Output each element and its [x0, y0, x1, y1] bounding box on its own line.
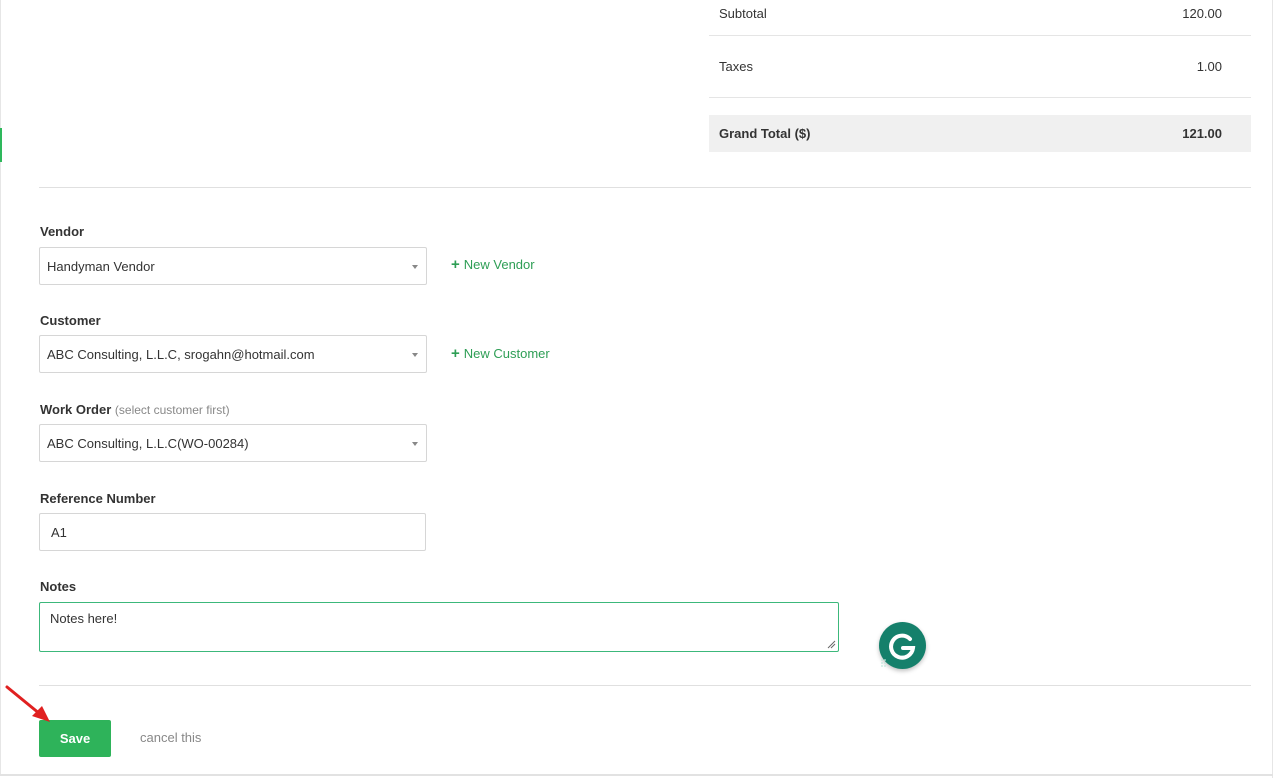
chevron-down-icon [412, 265, 418, 269]
taxes-label: Taxes [719, 59, 753, 74]
save-button[interactable]: Save [39, 720, 111, 757]
work-order-label-text: Work Order [40, 402, 112, 417]
taxes-row: Taxes 1.00 [709, 36, 1251, 98]
work-order-hint: (select customer first) [114, 403, 230, 417]
totals-panel: Subtotal 120.00 Taxes 1.00 Grand Total (… [709, 0, 1251, 152]
annotation-arrow-icon [5, 685, 50, 722]
reference-number-label-text: Reference Number [40, 491, 156, 506]
reference-number-label: Reference Number [40, 491, 156, 506]
new-vendor-link[interactable]: + New Vendor [451, 257, 535, 272]
grand-total-label: Grand Total ($) [719, 126, 811, 141]
customer-selected-value: ABC Consulting, L.L.C, srogahn@hotmail.c… [47, 346, 315, 362]
customer-label: Customer [40, 313, 101, 328]
subtotal-label: Subtotal [719, 6, 767, 21]
plus-icon: + [451, 345, 460, 362]
subtotal-row: Subtotal 120.00 [709, 0, 1251, 36]
resize-grip-icon[interactable] [826, 639, 836, 649]
chevron-down-icon [412, 442, 418, 446]
cancel-link[interactable]: cancel this [140, 730, 201, 745]
vendor-label: Vendor [40, 224, 84, 239]
work-order-label: Work Order (select customer first) [40, 402, 230, 417]
customer-label-text: Customer [40, 313, 101, 328]
vendor-selected-value: Handyman Vendor [47, 258, 155, 274]
grand-total-row: Grand Total ($) 121.00 [709, 115, 1251, 152]
notes-textarea[interactable]: Notes here! [39, 602, 839, 652]
sidebar-active-indicator [0, 128, 2, 162]
new-vendor-link-text: New Vendor [463, 257, 535, 272]
vendor-label-text: Vendor [40, 224, 85, 239]
taxes-value: 1.00 [1196, 59, 1222, 74]
reference-number-input[interactable] [39, 513, 426, 551]
grand-total-value: 121.00 [1182, 126, 1222, 141]
new-customer-link[interactable]: + New Customer [451, 346, 550, 361]
bill-form-page: Subtotal 120.00 Taxes 1.00 Grand Total (… [0, 0, 1273, 778]
grammarly-g-icon [881, 633, 916, 667]
page-bottom-border [0, 774, 1273, 776]
plus-icon: + [451, 256, 460, 273]
section-divider [39, 187, 1251, 188]
form-footer-divider [39, 685, 1251, 686]
work-order-select[interactable]: ABC Consulting, L.L.C(WO-00284) [39, 424, 427, 462]
subtotal-value: 120.00 [1182, 6, 1222, 21]
chevron-down-icon [412, 353, 418, 357]
new-customer-link-text: New Customer [463, 346, 550, 361]
work-order-selected-value: ABC Consulting, L.L.C(WO-00284) [47, 435, 249, 451]
notes-label-text: Notes [40, 579, 77, 594]
vendor-select[interactable]: Handyman Vendor [39, 247, 427, 285]
notes-label: Notes [40, 579, 76, 594]
customer-select[interactable]: ABC Consulting, L.L.C, srogahn@hotmail.c… [39, 335, 427, 373]
page-left-border [0, 0, 1, 776]
grammarly-icon[interactable] [879, 622, 926, 669]
